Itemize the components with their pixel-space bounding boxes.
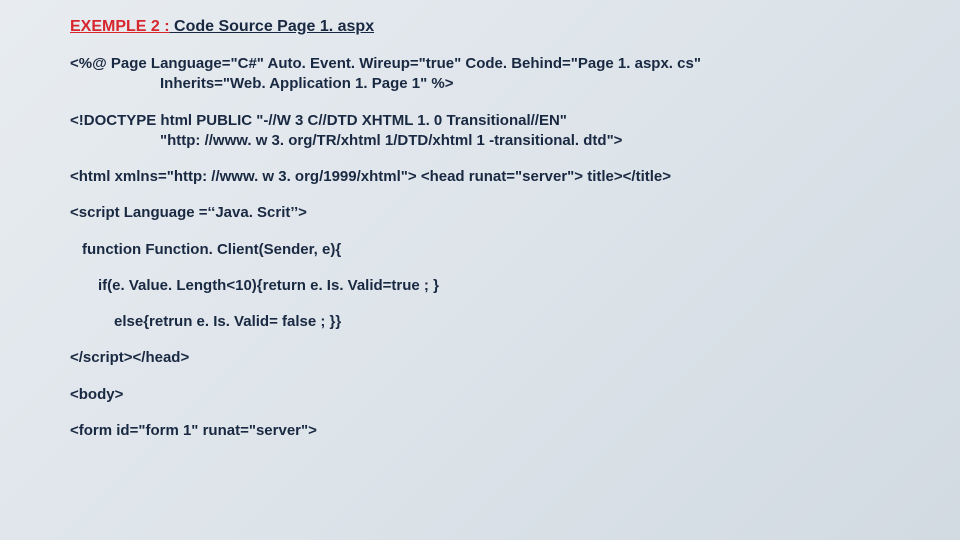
code-line-4: <script Language =‘‘Java. Scrit’’> [70, 203, 890, 223]
code-line-6: if(e. Value. Length<10){return e. Is. Va… [70, 276, 890, 296]
title-rest: Code Source Page 1. aspx [170, 18, 375, 35]
slide-title: EXEMPLE 2 : Code Source Page 1. aspx [70, 18, 890, 36]
code-line-1b: Inherits="Web. Application 1. Page 1" %> [70, 74, 890, 94]
code-line-8: </script></head> [70, 348, 890, 368]
code-line-3: <html xmlns="http: //www. w 3. org/1999/… [70, 167, 890, 187]
code-line-2b: "http: //www. w 3. org/TR/xhtml 1/DTD/xh… [70, 131, 890, 151]
code-line-5: function Function. Client(Sender, e){ [70, 240, 890, 260]
code-line-2a: <!DOCTYPE html PUBLIC "-//W 3 C//DTD XHT… [70, 111, 890, 131]
code-line-1a: <%@ Page Language="C#" Auto. Event. Wire… [70, 54, 890, 74]
title-prefix: EXEMPLE 2 : [70, 18, 170, 35]
code-line-9: <body> [70, 385, 890, 405]
code-line-7: else{retrun e. Is. Valid= false ; }} [70, 312, 890, 332]
code-line-10: <form id="form 1" runat="server"> [70, 421, 890, 441]
